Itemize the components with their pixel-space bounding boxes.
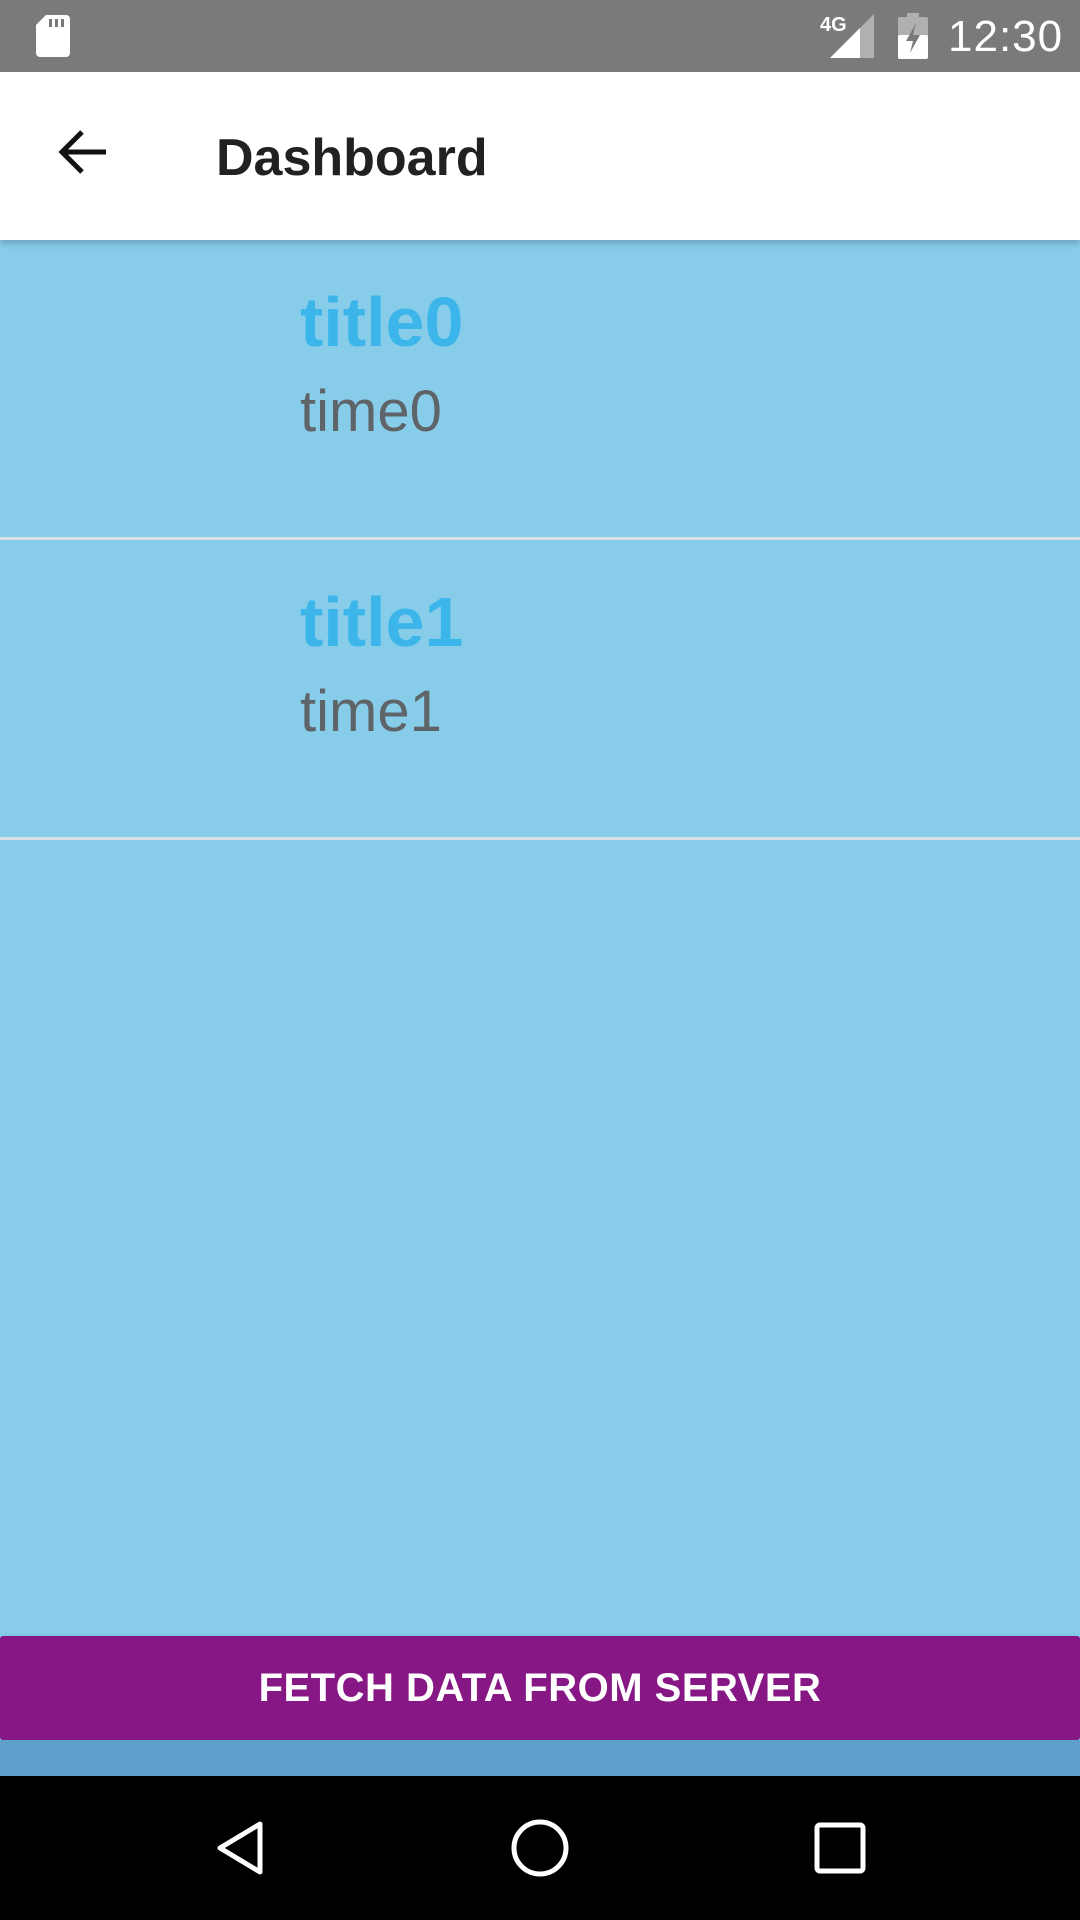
back-button[interactable]: [44, 112, 124, 192]
network-type-label: 4G: [820, 14, 847, 36]
list-item[interactable]: title0 time0: [0, 240, 1080, 540]
data-list: title0 time0 title1 time1: [0, 240, 1080, 840]
sd-card-icon: [36, 15, 70, 57]
status-clock: 12:30: [948, 12, 1064, 61]
item-time: time0: [300, 379, 442, 444]
list-item[interactable]: title1 time1: [0, 540, 1080, 840]
app-toolbar: Dashboard: [0, 72, 1080, 240]
arrow-back-icon: [58, 130, 106, 174]
recents-square-icon: [814, 1822, 866, 1874]
system-nav-bar: [0, 1776, 1080, 1920]
back-triangle-icon: [217, 1821, 263, 1875]
item-title: title1: [300, 583, 464, 661]
item-time: time1: [300, 679, 442, 744]
battery-charging-icon: [898, 13, 928, 59]
nav-recents-button[interactable]: [804, 1812, 876, 1884]
home-circle-icon: [511, 1819, 569, 1877]
nav-back-button[interactable]: [204, 1812, 276, 1884]
fetch-data-button[interactable]: FETCH DATA FROM SERVER: [0, 1636, 1080, 1740]
nav-home-button[interactable]: [504, 1812, 576, 1884]
status-bar: 4G 12:30: [0, 0, 1080, 72]
bottom-shadow-strip: [0, 1740, 1080, 1776]
item-title: title0: [300, 283, 464, 361]
page-title: Dashboard: [216, 129, 488, 187]
